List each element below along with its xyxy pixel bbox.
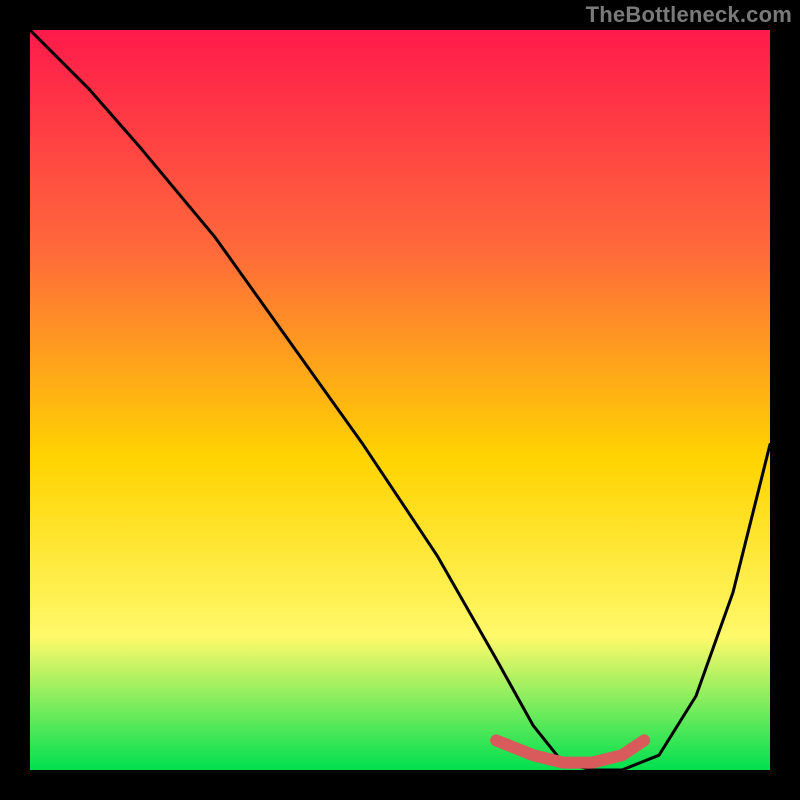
plot-area xyxy=(30,30,770,770)
watermark-text: TheBottleneck.com xyxy=(586,2,792,28)
chart-svg xyxy=(30,30,770,770)
gradient-background xyxy=(30,30,770,770)
chart-frame: TheBottleneck.com xyxy=(0,0,800,800)
